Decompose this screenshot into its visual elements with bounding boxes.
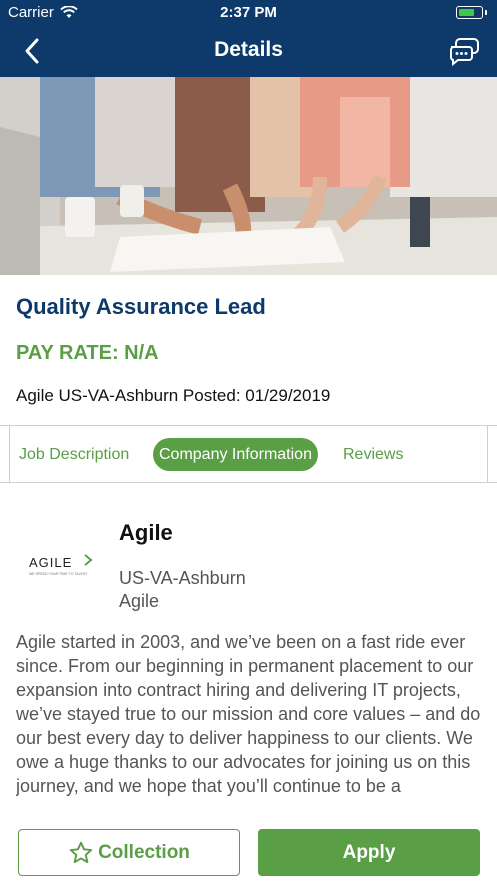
star-icon bbox=[69, 841, 93, 863]
company-description: Agile started in 2003, and we’ve been on… bbox=[16, 632, 481, 796]
tab-bar: Job Description Company Information Revi… bbox=[0, 425, 497, 483]
header: Carrier 2:37 PM Details bbox=[0, 0, 497, 77]
logo-tagline: WE SPEED YOUR TIME TO TALENT bbox=[29, 572, 88, 576]
company-city: Agile bbox=[119, 591, 160, 611]
navigation-bar: Details bbox=[0, 26, 497, 77]
logo-text: AGILE bbox=[29, 555, 72, 570]
apply-button[interactable]: Apply bbox=[258, 829, 480, 876]
page-title: Details bbox=[214, 38, 283, 61]
job-title: Quality Assurance Lead bbox=[16, 294, 266, 319]
company-name: Agile bbox=[119, 520, 173, 545]
hero-image bbox=[0, 77, 497, 275]
chat-bubbles-icon[interactable] bbox=[447, 36, 481, 66]
collection-label: Collection bbox=[98, 841, 190, 863]
battery-icon bbox=[456, 6, 487, 19]
tab-reviews[interactable]: Reviews bbox=[343, 438, 403, 471]
job-meta: Agile US-VA-Ashburn Posted: 01/29/2019 bbox=[16, 386, 331, 405]
tab-job-description[interactable]: Job Description bbox=[19, 438, 129, 471]
status-time: 2:37 PM bbox=[220, 4, 277, 21]
tab-company-information[interactable]: Company Information bbox=[153, 438, 318, 471]
team-working-illustration bbox=[0, 77, 497, 275]
status-bar: Carrier 2:37 PM bbox=[0, 0, 497, 26]
company-location: US-VA-Ashburn bbox=[119, 568, 246, 588]
company-logo: AGILE WE SPEED YOUR TIME TO TALENT bbox=[25, 545, 97, 585]
pay-rate: PAY RATE: N/A bbox=[16, 342, 159, 364]
collection-button[interactable]: Collection bbox=[18, 829, 240, 876]
